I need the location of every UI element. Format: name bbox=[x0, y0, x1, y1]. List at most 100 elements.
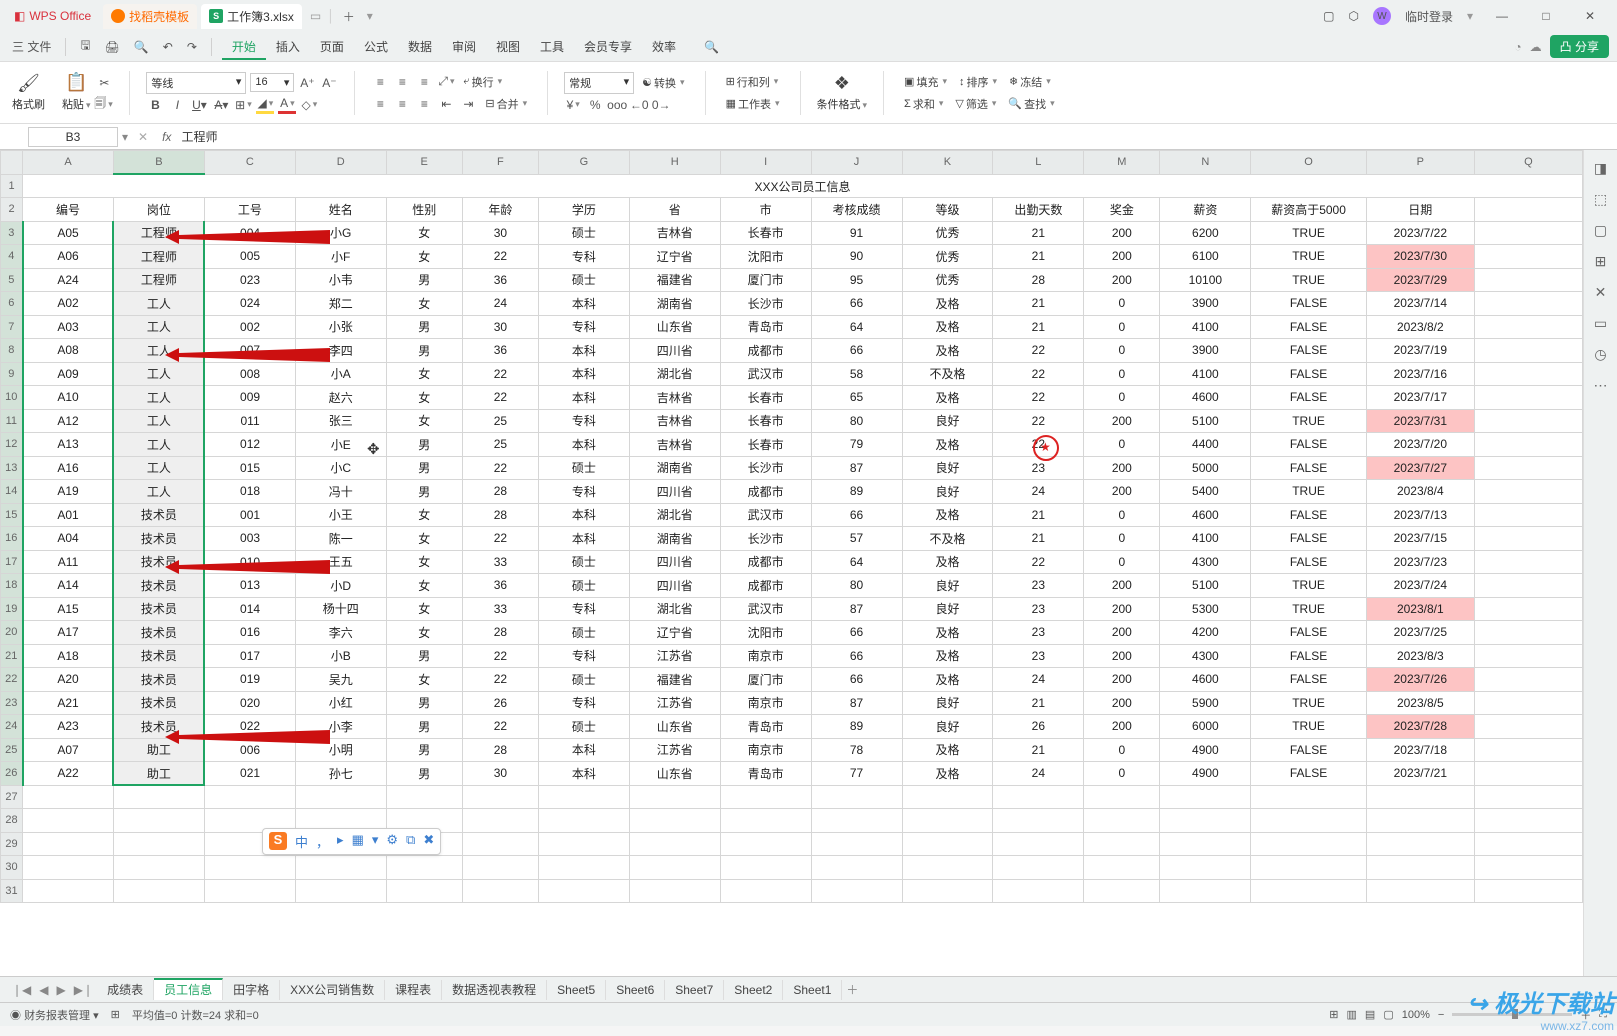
cell[interactable]: 011 bbox=[204, 409, 295, 433]
col-header[interactable]: G bbox=[538, 151, 629, 175]
cell[interactable]: 2023/8/3 bbox=[1366, 644, 1474, 668]
find-button[interactable]: 🔍 查找 bbox=[1004, 94, 1058, 114]
cell[interactable]: 薪资 bbox=[1160, 198, 1251, 222]
cell[interactable]: 青岛市 bbox=[720, 715, 811, 739]
cell[interactable]: FALSE bbox=[1251, 315, 1366, 339]
cell[interactable]: 90 bbox=[811, 245, 902, 269]
cell[interactable] bbox=[1474, 503, 1582, 527]
cell[interactable]: 0 bbox=[1084, 292, 1160, 316]
cell[interactable]: 沈阳市 bbox=[720, 621, 811, 645]
sheet-tab[interactable]: 成绩表 bbox=[97, 980, 154, 1000]
cell[interactable]: 专科 bbox=[538, 691, 629, 715]
cell[interactable] bbox=[1366, 832, 1474, 856]
cell[interactable]: 湖北省 bbox=[629, 597, 720, 621]
cell[interactable]: 湖南省 bbox=[629, 292, 720, 316]
cell[interactable]: 技术员 bbox=[113, 527, 204, 551]
cell[interactable]: 女 bbox=[386, 386, 462, 410]
format-painter-label[interactable]: 格式刷 bbox=[12, 96, 45, 112]
cell[interactable]: A06 bbox=[23, 245, 114, 269]
row-header[interactable]: 8 bbox=[1, 339, 23, 363]
bold-button[interactable]: B bbox=[146, 96, 164, 114]
cell[interactable]: 64 bbox=[811, 550, 902, 574]
cell[interactable]: 015 bbox=[204, 456, 295, 480]
cell[interactable]: 及格 bbox=[902, 503, 993, 527]
row-header[interactable]: 20 bbox=[1, 621, 23, 645]
cell[interactable]: TRUE bbox=[1251, 268, 1366, 292]
cell[interactable]: 工程师 bbox=[113, 268, 204, 292]
cell[interactable] bbox=[113, 809, 204, 833]
ime-skin-icon[interactable]: ▾ bbox=[372, 832, 379, 851]
ime-lang[interactable]: 中 bbox=[295, 832, 308, 851]
cell[interactable] bbox=[1474, 644, 1582, 668]
format-painter-icon[interactable]: 🖌 bbox=[13, 73, 44, 94]
cell[interactable]: 辽宁省 bbox=[629, 621, 720, 645]
cell[interactable] bbox=[386, 785, 462, 809]
cell[interactable]: 2023/7/24 bbox=[1366, 574, 1474, 598]
cell[interactable]: 本科 bbox=[538, 362, 629, 386]
cell[interactable]: 良好 bbox=[902, 597, 993, 621]
cell[interactable]: 95 bbox=[811, 268, 902, 292]
cell[interactable]: 28 bbox=[462, 503, 538, 527]
cell[interactable]: 2023/8/2 bbox=[1366, 315, 1474, 339]
cell[interactable]: 57 bbox=[811, 527, 902, 551]
cell[interactable]: 吉林省 bbox=[629, 221, 720, 245]
cell[interactable]: 吉林省 bbox=[629, 433, 720, 457]
cell[interactable] bbox=[23, 832, 114, 856]
cell[interactable] bbox=[629, 832, 720, 856]
cell[interactable]: 6200 bbox=[1160, 221, 1251, 245]
cell[interactable]: TRUE bbox=[1251, 691, 1366, 715]
col-header[interactable]: L bbox=[993, 151, 1084, 175]
cell[interactable]: 及格 bbox=[902, 433, 993, 457]
cell[interactable]: 男 bbox=[386, 315, 462, 339]
cell[interactable]: 工人 bbox=[113, 456, 204, 480]
file-menu[interactable]: 三 文件 bbox=[8, 36, 55, 57]
cell[interactable]: FALSE bbox=[1251, 433, 1366, 457]
cell[interactable]: 长春市 bbox=[720, 386, 811, 410]
cell[interactable] bbox=[462, 785, 538, 809]
cell[interactable]: 22 bbox=[462, 386, 538, 410]
cond-fmt-label[interactable]: 条件格式 bbox=[817, 96, 868, 112]
cell[interactable] bbox=[811, 809, 902, 833]
cell[interactable]: 女 bbox=[386, 292, 462, 316]
col-header[interactable]: H bbox=[629, 151, 720, 175]
rowcol-button[interactable]: ⊞ 行和列 bbox=[722, 72, 783, 92]
cell[interactable]: 87 bbox=[811, 456, 902, 480]
sort-button[interactable]: ↕ 排序 bbox=[955, 72, 1001, 92]
row-header[interactable]: 19 bbox=[1, 597, 23, 621]
cell[interactable]: 4300 bbox=[1160, 644, 1251, 668]
sheet-tab[interactable]: Sheet5 bbox=[547, 980, 606, 1000]
row-header[interactable]: 25 bbox=[1, 738, 23, 762]
cell[interactable]: 66 bbox=[811, 503, 902, 527]
cell[interactable]: A14 bbox=[23, 574, 114, 598]
row-header[interactable]: 9 bbox=[1, 362, 23, 386]
cell[interactable]: 技术员 bbox=[113, 668, 204, 692]
cell[interactable]: 22 bbox=[462, 527, 538, 551]
cell[interactable]: 山东省 bbox=[629, 315, 720, 339]
formula-input[interactable]: 工程师 bbox=[179, 126, 1617, 147]
cell[interactable]: 4400 bbox=[1160, 433, 1251, 457]
cell[interactable] bbox=[113, 832, 204, 856]
cell[interactable]: 65 bbox=[811, 386, 902, 410]
cell[interactable] bbox=[1251, 832, 1366, 856]
cell[interactable]: 2023/8/1 bbox=[1366, 597, 1474, 621]
sheet-nav-prev[interactable]: ◀ bbox=[35, 983, 52, 997]
row-header[interactable]: 18 bbox=[1, 574, 23, 598]
cell[interactable]: A18 bbox=[23, 644, 114, 668]
side-clock-icon[interactable]: ◷ bbox=[1594, 346, 1606, 363]
row-header[interactable]: 31 bbox=[1, 879, 23, 903]
cloud-icon[interactable]: ◔ bbox=[1514, 40, 1521, 54]
cell[interactable]: 022 bbox=[204, 715, 295, 739]
cell[interactable] bbox=[462, 832, 538, 856]
row-header[interactable]: 15 bbox=[1, 503, 23, 527]
cell[interactable]: FALSE bbox=[1251, 668, 1366, 692]
cell[interactable]: 硕士 bbox=[538, 574, 629, 598]
cell[interactable]: 007 bbox=[204, 339, 295, 363]
cell[interactable]: 0 bbox=[1084, 762, 1160, 786]
cell[interactable] bbox=[902, 785, 993, 809]
cell[interactable]: 200 bbox=[1084, 456, 1160, 480]
cell[interactable]: 4900 bbox=[1160, 762, 1251, 786]
row-header[interactable]: 13 bbox=[1, 456, 23, 480]
cell[interactable]: 22 bbox=[993, 409, 1084, 433]
cell[interactable] bbox=[1160, 879, 1251, 903]
align-left-icon[interactable]: ≡ bbox=[371, 95, 389, 113]
